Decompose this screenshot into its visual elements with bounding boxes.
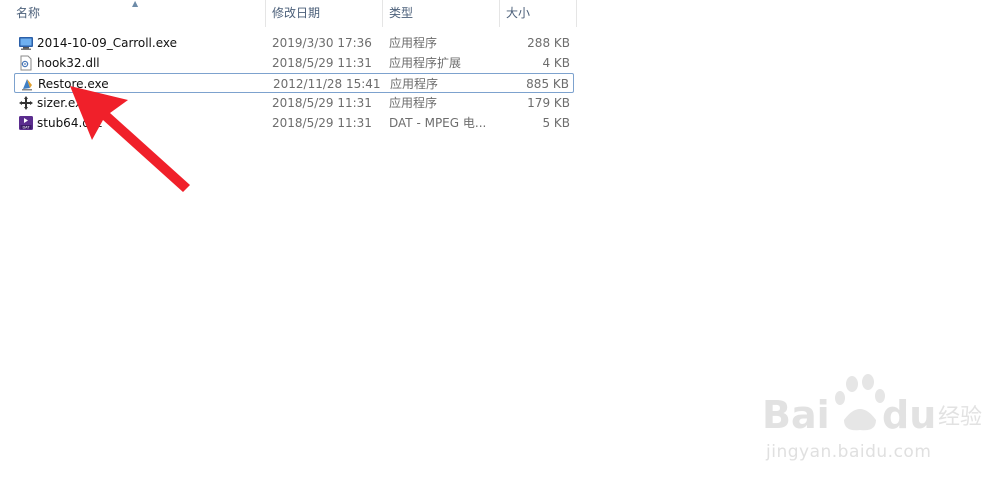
file-size: 885 KB: [526, 77, 569, 91]
file-name: Restore.exe: [38, 77, 109, 91]
column-size[interactable]: 大小: [500, 0, 576, 27]
column-size-label: 大小: [506, 6, 531, 20]
file-name: hook32.dll: [37, 56, 100, 70]
column-divider[interactable]: [576, 0, 577, 27]
restore-app-icon: [19, 76, 35, 92]
file-type: 应用程序: [389, 96, 438, 110]
file-row[interactable]: sizer.exe 2018/5/29 11:31 应用程序 179 KB: [14, 93, 574, 113]
baidu-paw-logo-icon: Bai du 经验: [762, 374, 982, 437]
file-size: 288 KB: [527, 36, 570, 50]
file-date: 2018/5/29 11:31: [272, 96, 372, 110]
file-row[interactable]: 2014-10-09_Carroll.exe 2019/3/30 17:36 应…: [14, 33, 574, 53]
file-size: 4 KB: [542, 56, 570, 70]
file-date: 2012/11/28 15:41: [273, 77, 381, 91]
file-row[interactable]: DAT stub64.dat 2018/5/29 11:31 DAT - MPE…: [14, 113, 574, 133]
file-date: 2018/5/29 11:31: [272, 56, 372, 70]
file-type: 应用程序: [389, 36, 438, 50]
column-type-label: 类型: [389, 6, 414, 20]
column-name[interactable]: 名称: [10, 0, 265, 27]
monitor-app-icon: [18, 35, 34, 51]
svg-text:DAT: DAT: [22, 125, 30, 129]
file-size: 179 KB: [527, 96, 570, 110]
baidu-jingyan-watermark: Bai du 经验 jingyan.baidu.com: [760, 372, 990, 467]
dat-file-icon: DAT: [18, 115, 34, 131]
file-type: DAT - MPEG 电...: [389, 116, 487, 130]
file-type: 应用程序扩展: [389, 56, 462, 70]
watermark-logo-text: Bai: [762, 393, 830, 437]
column-name-label: 名称: [16, 6, 41, 20]
move-arrows-icon: [18, 95, 34, 111]
file-explorer-window: ▲ 名称 修改日期 类型 大小 2014-10-09_Carroll.exe 2…: [0, 0, 1000, 482]
watermark-url: jingyan.baidu.com: [766, 442, 932, 462]
file-size: 5 KB: [542, 116, 570, 130]
file-name: sizer.exe: [37, 96, 90, 110]
file-row-selected[interactable]: Restore.exe 2012/11/28 15:41 应用程序 885 KB: [14, 73, 574, 93]
column-header: ▲ 名称 修改日期 类型 大小: [0, 0, 580, 27]
column-date[interactable]: 修改日期: [266, 0, 382, 27]
file-name: stub64.dat: [37, 116, 102, 130]
file-type: 应用程序: [390, 77, 439, 91]
file-date: 2019/3/30 17:36: [272, 36, 372, 50]
file-name: 2014-10-09_Carroll.exe: [37, 36, 177, 50]
file-row[interactable]: hook32.dll 2018/5/29 11:31 应用程序扩展 4 KB: [14, 53, 574, 73]
svg-text:经验: 经验: [938, 405, 982, 430]
column-type[interactable]: 类型: [383, 0, 499, 27]
dll-file-icon: [18, 55, 34, 71]
svg-text:du: du: [882, 393, 936, 437]
column-date-label: 修改日期: [272, 6, 321, 20]
file-date: 2018/5/29 11:31: [272, 116, 372, 130]
